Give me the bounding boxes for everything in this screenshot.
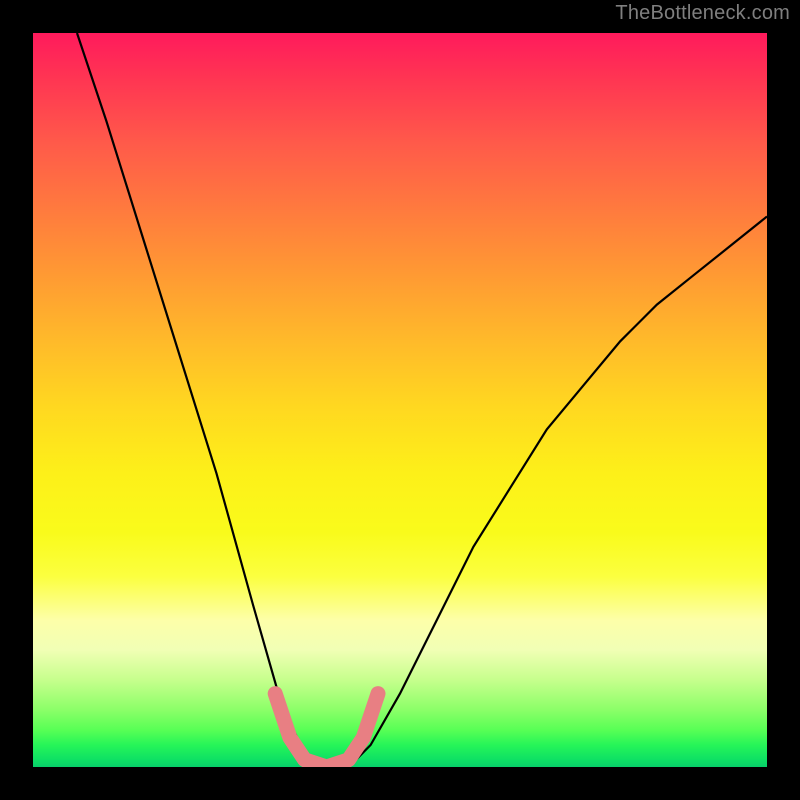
- watermark-text: TheBottleneck.com: [615, 2, 790, 25]
- chart-svg: [33, 33, 767, 767]
- chart-plot-area: [33, 33, 767, 767]
- bottleneck-curve: [77, 33, 767, 767]
- chart-frame: TheBottleneck.com: [0, 0, 800, 800]
- optimal-zone-marker: [275, 694, 378, 767]
